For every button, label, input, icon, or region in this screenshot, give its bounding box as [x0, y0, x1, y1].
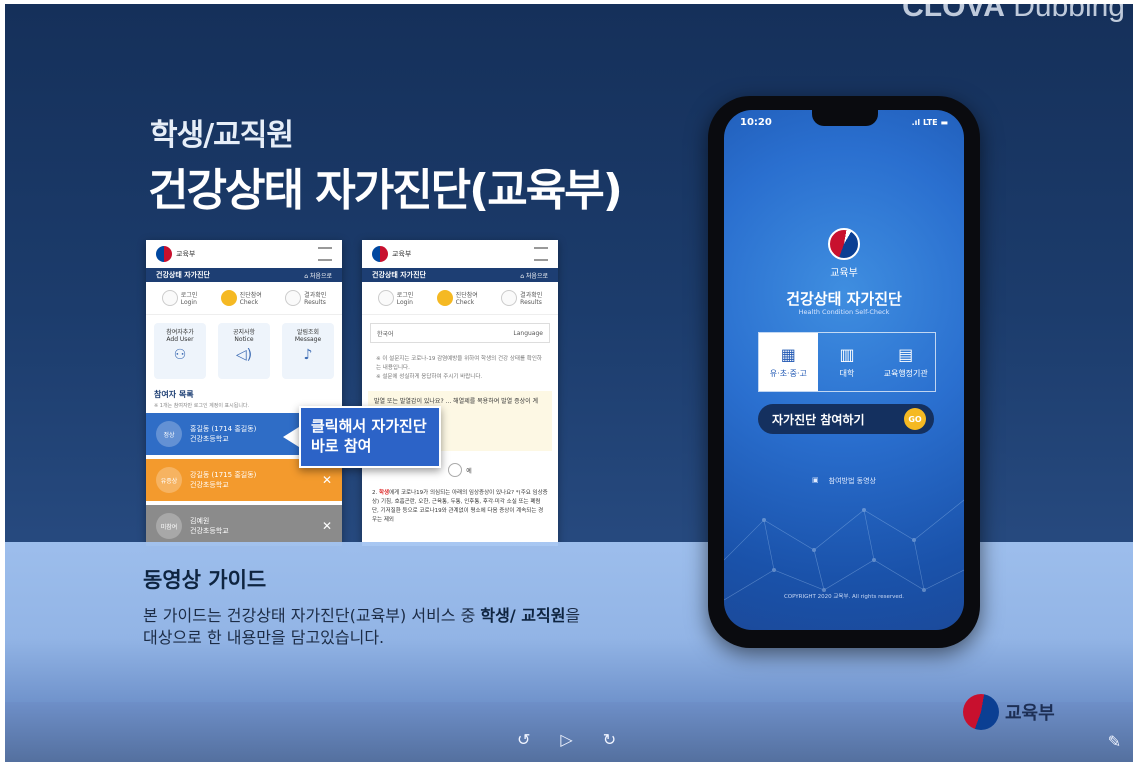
- mini-screenshot-list: 교육부 건강상태 자가진단 ⌂ 처음으로 로그인 Login 진단참여 Check …: [146, 240, 342, 546]
- mini-header: 건강상태 자가진단 ⌂ 처음으로: [362, 268, 558, 282]
- tab-k12[interactable]: ▦ 유·초·중·고: [759, 333, 818, 391]
- hamburger-icon: [318, 247, 332, 261]
- forward-30-icon[interactable]: ↻: [603, 730, 616, 749]
- guide-title: 동영상 가이드: [143, 568, 267, 592]
- participant-list-title: 참여자 목록: [154, 390, 194, 399]
- watermark: CLOVA Dubbing: [902, 4, 1125, 23]
- survey-question-2: 2. 학생에게 코로나19가 의심되는 아래의 임상증상이 있나요? *(주요 …: [372, 490, 548, 523]
- callout-arrow: [283, 427, 299, 447]
- guide-line-2: 대상으로 한 내용만을 담고있습니다.: [143, 628, 385, 647]
- hamburger-icon: [534, 247, 548, 261]
- go-badge: GO: [904, 408, 926, 430]
- step-results: 결과확인 Results: [285, 290, 326, 306]
- callout-box: 클릭해서 자가진단 바로 참여: [299, 406, 441, 468]
- app-title: 건강상태 자가진단: [786, 290, 902, 308]
- mini-header-title: 건강상태 자가진단: [156, 271, 210, 279]
- mini-home-link: ⌂ 처음으로: [520, 272, 548, 280]
- guide-line-1: 본 가이드는 건강상태 자가진단(교육부) 서비스 중 학생/ 교직원을: [143, 606, 581, 625]
- mini-menu-cards: 참여자추가 Add User ⚇ 공지사항 Notice ◁) 알림조회 Message ♪: [146, 315, 342, 387]
- network-pattern: [724, 499, 964, 601]
- close-icon: ✕: [321, 519, 332, 533]
- copyright: COPYRIGHT 2020 교육부. All rights reserved.: [783, 594, 905, 600]
- join-button[interactable]: 자가진단 참여하기 GO: [758, 404, 934, 434]
- mini-topbar: 교육부: [146, 240, 342, 268]
- mini-topbar: 교육부: [362, 240, 558, 268]
- replay-10-icon[interactable]: ↺: [517, 730, 530, 749]
- moe-emblem-icon: [828, 228, 860, 260]
- bell-icon: ♪: [303, 347, 313, 363]
- playback-controls: ↺ ▷ ↻: [517, 730, 616, 749]
- moe-logo-icon: [372, 246, 388, 262]
- mini-header: 건강상태 자가진단 ⌂ 처음으로: [146, 268, 342, 282]
- mini-logo-text: 교육부: [176, 250, 196, 258]
- hero-title: 건강상태 자가진단(교육부): [148, 165, 623, 216]
- phone-mockup: 10:20 .ıl LTE ▬ 교육부 건강상태 자가진단 Health Con…: [708, 96, 980, 648]
- app-ministry: 교육부: [830, 268, 858, 279]
- phone-notch: [812, 110, 878, 126]
- participant-row: 미참여 김예원 건강초등학교 ✕: [146, 505, 342, 546]
- mini-steps: 로그인 Login 진단참여 Check 결과확인 Results: [146, 282, 342, 315]
- video-guide-link[interactable]: ▣ 참여방법 동영상: [724, 476, 964, 486]
- tab-university[interactable]: ▥ 대학: [818, 333, 877, 391]
- building-icon: ▥: [839, 345, 855, 364]
- step-check: 진단참여 Check: [220, 290, 262, 306]
- moe-logo-icon: [156, 246, 172, 262]
- status-signal: .ıl LTE ▬: [911, 117, 948, 127]
- status-time: 10:20: [740, 116, 772, 128]
- survey-notes: ※ 이 설문지는 코로나-19 감염예방을 위하여 학생의 건강 상태를 확인하…: [376, 356, 542, 380]
- menu-add-user: 참여자추가 Add User ⚇: [154, 323, 206, 379]
- hero-subtitle: 학생/교직원: [150, 118, 294, 153]
- language-select: 한국어 Language: [370, 323, 550, 343]
- pen-icon[interactable]: ✎: [1108, 732, 1121, 751]
- mini-home-link: ⌂ 처음으로: [304, 272, 332, 280]
- tab-office[interactable]: ▤ 교육행정기관: [876, 333, 935, 391]
- play-icon[interactable]: ▷: [560, 730, 572, 749]
- office-icon: ▤: [898, 345, 914, 364]
- user-add-icon: ⚇: [173, 347, 187, 363]
- step-login: 로그인 Login: [161, 290, 197, 306]
- menu-message: 알림조회 Message ♪: [282, 323, 334, 379]
- mini-steps: 로그인 Login 진단참여 Check 결과확인 Results: [362, 282, 558, 315]
- mini-screenshot-survey: 교육부 건강상태 자가진단 ⌂ 처음으로 로그인 Login 진단참여 Check …: [362, 240, 558, 546]
- footer-logo: 교육부: [963, 694, 1055, 730]
- close-icon: ✕: [321, 473, 332, 487]
- school-type-tabs: ▦ 유·초·중·고 ▥ 대학 ▤ 교육행정기관: [758, 332, 936, 392]
- moe-emblem-icon: [963, 694, 999, 730]
- phone-screen: 10:20 .ıl LTE ▬ 교육부 건강상태 자가진단 Health Con…: [724, 110, 964, 630]
- app-subtitle: Health Condition Self-Check: [798, 308, 890, 316]
- school-icon: ▦: [780, 345, 796, 364]
- menu-notice: 공지사항 Notice ◁): [218, 323, 270, 379]
- video-stage: CLOVA Dubbing 학생/교직원 건강상태 자가진단(교육부) 교육부 …: [5, 4, 1133, 762]
- megaphone-icon: ◁): [235, 347, 253, 363]
- video-icon: ▣: [812, 476, 819, 484]
